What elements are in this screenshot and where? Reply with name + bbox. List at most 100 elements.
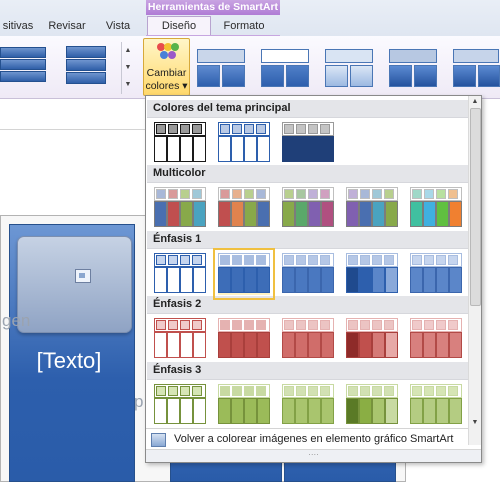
style-thumb-1[interactable]: [195, 47, 247, 89]
swatch-top-bar: [218, 253, 270, 267]
swatch-top-cell: [424, 189, 434, 199]
style-thumb-2[interactable]: [259, 47, 311, 89]
layout-thumb-1[interactable]: [0, 44, 48, 84]
swatch-cell: [372, 398, 385, 424]
swatch-top-cell: [256, 320, 266, 330]
swatch-top-bar: [282, 122, 334, 136]
recolor-pictures-option[interactable]: Volver a colorear imágenes en elemento g…: [146, 428, 468, 449]
swatch-top-cell: [308, 320, 318, 330]
tab-diseno[interactable]: Diseño: [147, 16, 211, 36]
color-swatch-accent1-4[interactable]: [346, 253, 398, 295]
color-swatch-accent1-1[interactable]: [154, 253, 206, 295]
swatch-top-cell: [436, 255, 446, 265]
picture-placeholder[interactable]: [17, 236, 132, 333]
swatch-cell: [282, 136, 295, 162]
change-colors-label: Cambiar: [146, 67, 187, 79]
scroll-down-icon[interactable]: ▼: [122, 59, 134, 76]
picture-icon[interactable]: [75, 269, 91, 283]
swatch-top-cell: [372, 320, 382, 330]
scrollbar-thumb[interactable]: [470, 108, 481, 306]
swatch-cell: [321, 332, 334, 358]
swatch-cells: [154, 398, 206, 424]
swatch-top-cell: [168, 386, 178, 396]
swatch-cell: [346, 201, 359, 227]
style-thumb-3[interactable]: [323, 47, 375, 89]
swatch-top-cell: [348, 255, 358, 265]
swatch-cells: [282, 201, 334, 227]
swatch-cell: [410, 332, 423, 358]
scroll-up-icon[interactable]: ▲: [122, 42, 134, 59]
color-swatch-accent3-4[interactable]: [346, 384, 398, 426]
swatch-cell: [180, 332, 193, 358]
color-swatch-accent2-1[interactable]: [154, 318, 206, 360]
swatch-cell: [321, 267, 334, 293]
scroll-up-icon[interactable]: ▲: [470, 97, 480, 107]
style-thumb-4[interactable]: [387, 47, 439, 89]
swatch-cell: [346, 267, 359, 293]
change-colors-button[interactable]: Cambiar colores ▾: [143, 38, 190, 96]
swatch-cells: [218, 398, 270, 424]
swatch-cells: [410, 267, 462, 293]
swatch-cell: [410, 398, 423, 424]
color-swatch-theme-1[interactable]: [154, 122, 206, 164]
color-swatch-theme-2[interactable]: [218, 122, 270, 164]
color-swatch-accent3-1[interactable]: [154, 384, 206, 426]
color-swatch-multicolor-1[interactable]: [154, 187, 206, 229]
dropdown-scrollbar[interactable]: ▲ ▼: [468, 96, 481, 445]
swatch-top-cell: [360, 386, 370, 396]
color-swatch-theme-3[interactable]: [282, 122, 334, 164]
color-swatch-accent2-5[interactable]: [410, 318, 462, 360]
resize-grip[interactable]: ····: [146, 449, 481, 462]
swatch-cell: [244, 267, 257, 293]
layout-gallery-scroll[interactable]: ▲ ▼ ▼: [121, 42, 134, 94]
layout-thumb-2[interactable]: [66, 44, 108, 86]
color-swatch-accent2-4[interactable]: [346, 318, 398, 360]
color-swatch-accent1-2[interactable]: [213, 248, 275, 300]
swatch-top-cell: [308, 189, 318, 199]
swatch-cell: [359, 332, 372, 358]
swatch-cell: [154, 332, 167, 358]
color-swatch-multicolor-4[interactable]: [346, 187, 398, 229]
color-swatch-multicolor-2[interactable]: [218, 187, 270, 229]
swatch-cell: [295, 267, 308, 293]
swatch-top-bar: [218, 318, 270, 332]
swatch-top-cell: [412, 255, 422, 265]
tab-revisiones[interactable]: sitivas: [0, 17, 36, 36]
swatch-top-cell: [320, 386, 330, 396]
swatch-top-cell: [232, 124, 242, 134]
swatch-top-cell: [220, 386, 230, 396]
swatch-top-cell: [384, 255, 394, 265]
swatch-cell: [295, 136, 308, 162]
tab-vista[interactable]: Vista: [98, 17, 138, 36]
color-swatch-accent3-5[interactable]: [410, 384, 462, 426]
swatch-cell: [193, 332, 206, 358]
swatch-top-cell: [424, 255, 434, 265]
style-thumb-5[interactable]: [451, 47, 500, 89]
scroll-down-icon[interactable]: ▼: [470, 418, 480, 428]
tab-formato[interactable]: Formato: [212, 17, 276, 36]
color-swatch-multicolor-5[interactable]: [410, 187, 462, 229]
swatch-cell: [257, 201, 270, 227]
color-swatch-accent2-3[interactable]: [282, 318, 334, 360]
color-swatch-accent2-2[interactable]: [218, 318, 270, 360]
swatch-top-cell: [308, 255, 318, 265]
swatch-top-cell: [180, 386, 190, 396]
swatch-cell: [385, 398, 398, 424]
smartart-text-placeholder[interactable]: [Texto]: [9, 348, 129, 374]
swatch-cell: [180, 267, 193, 293]
color-swatch-multicolor-3[interactable]: [282, 187, 334, 229]
swatch-top-cell: [296, 386, 306, 396]
swatch-cell: [167, 332, 180, 358]
swatch-top-cell: [384, 386, 394, 396]
swatch-top-bar: [282, 253, 334, 267]
color-swatch-accent1-5[interactable]: [410, 253, 462, 295]
color-swatch-accent3-2[interactable]: [218, 384, 270, 426]
tab-revisar[interactable]: Revisar: [44, 17, 90, 36]
swatch-top-cell: [220, 189, 230, 199]
color-swatch-accent3-3[interactable]: [282, 384, 334, 426]
swatch-cell: [385, 332, 398, 358]
swatch-cells: [282, 398, 334, 424]
expand-gallery-icon[interactable]: ▼: [122, 76, 134, 93]
swatch-cell: [359, 267, 372, 293]
color-swatch-accent1-3[interactable]: [282, 253, 334, 295]
